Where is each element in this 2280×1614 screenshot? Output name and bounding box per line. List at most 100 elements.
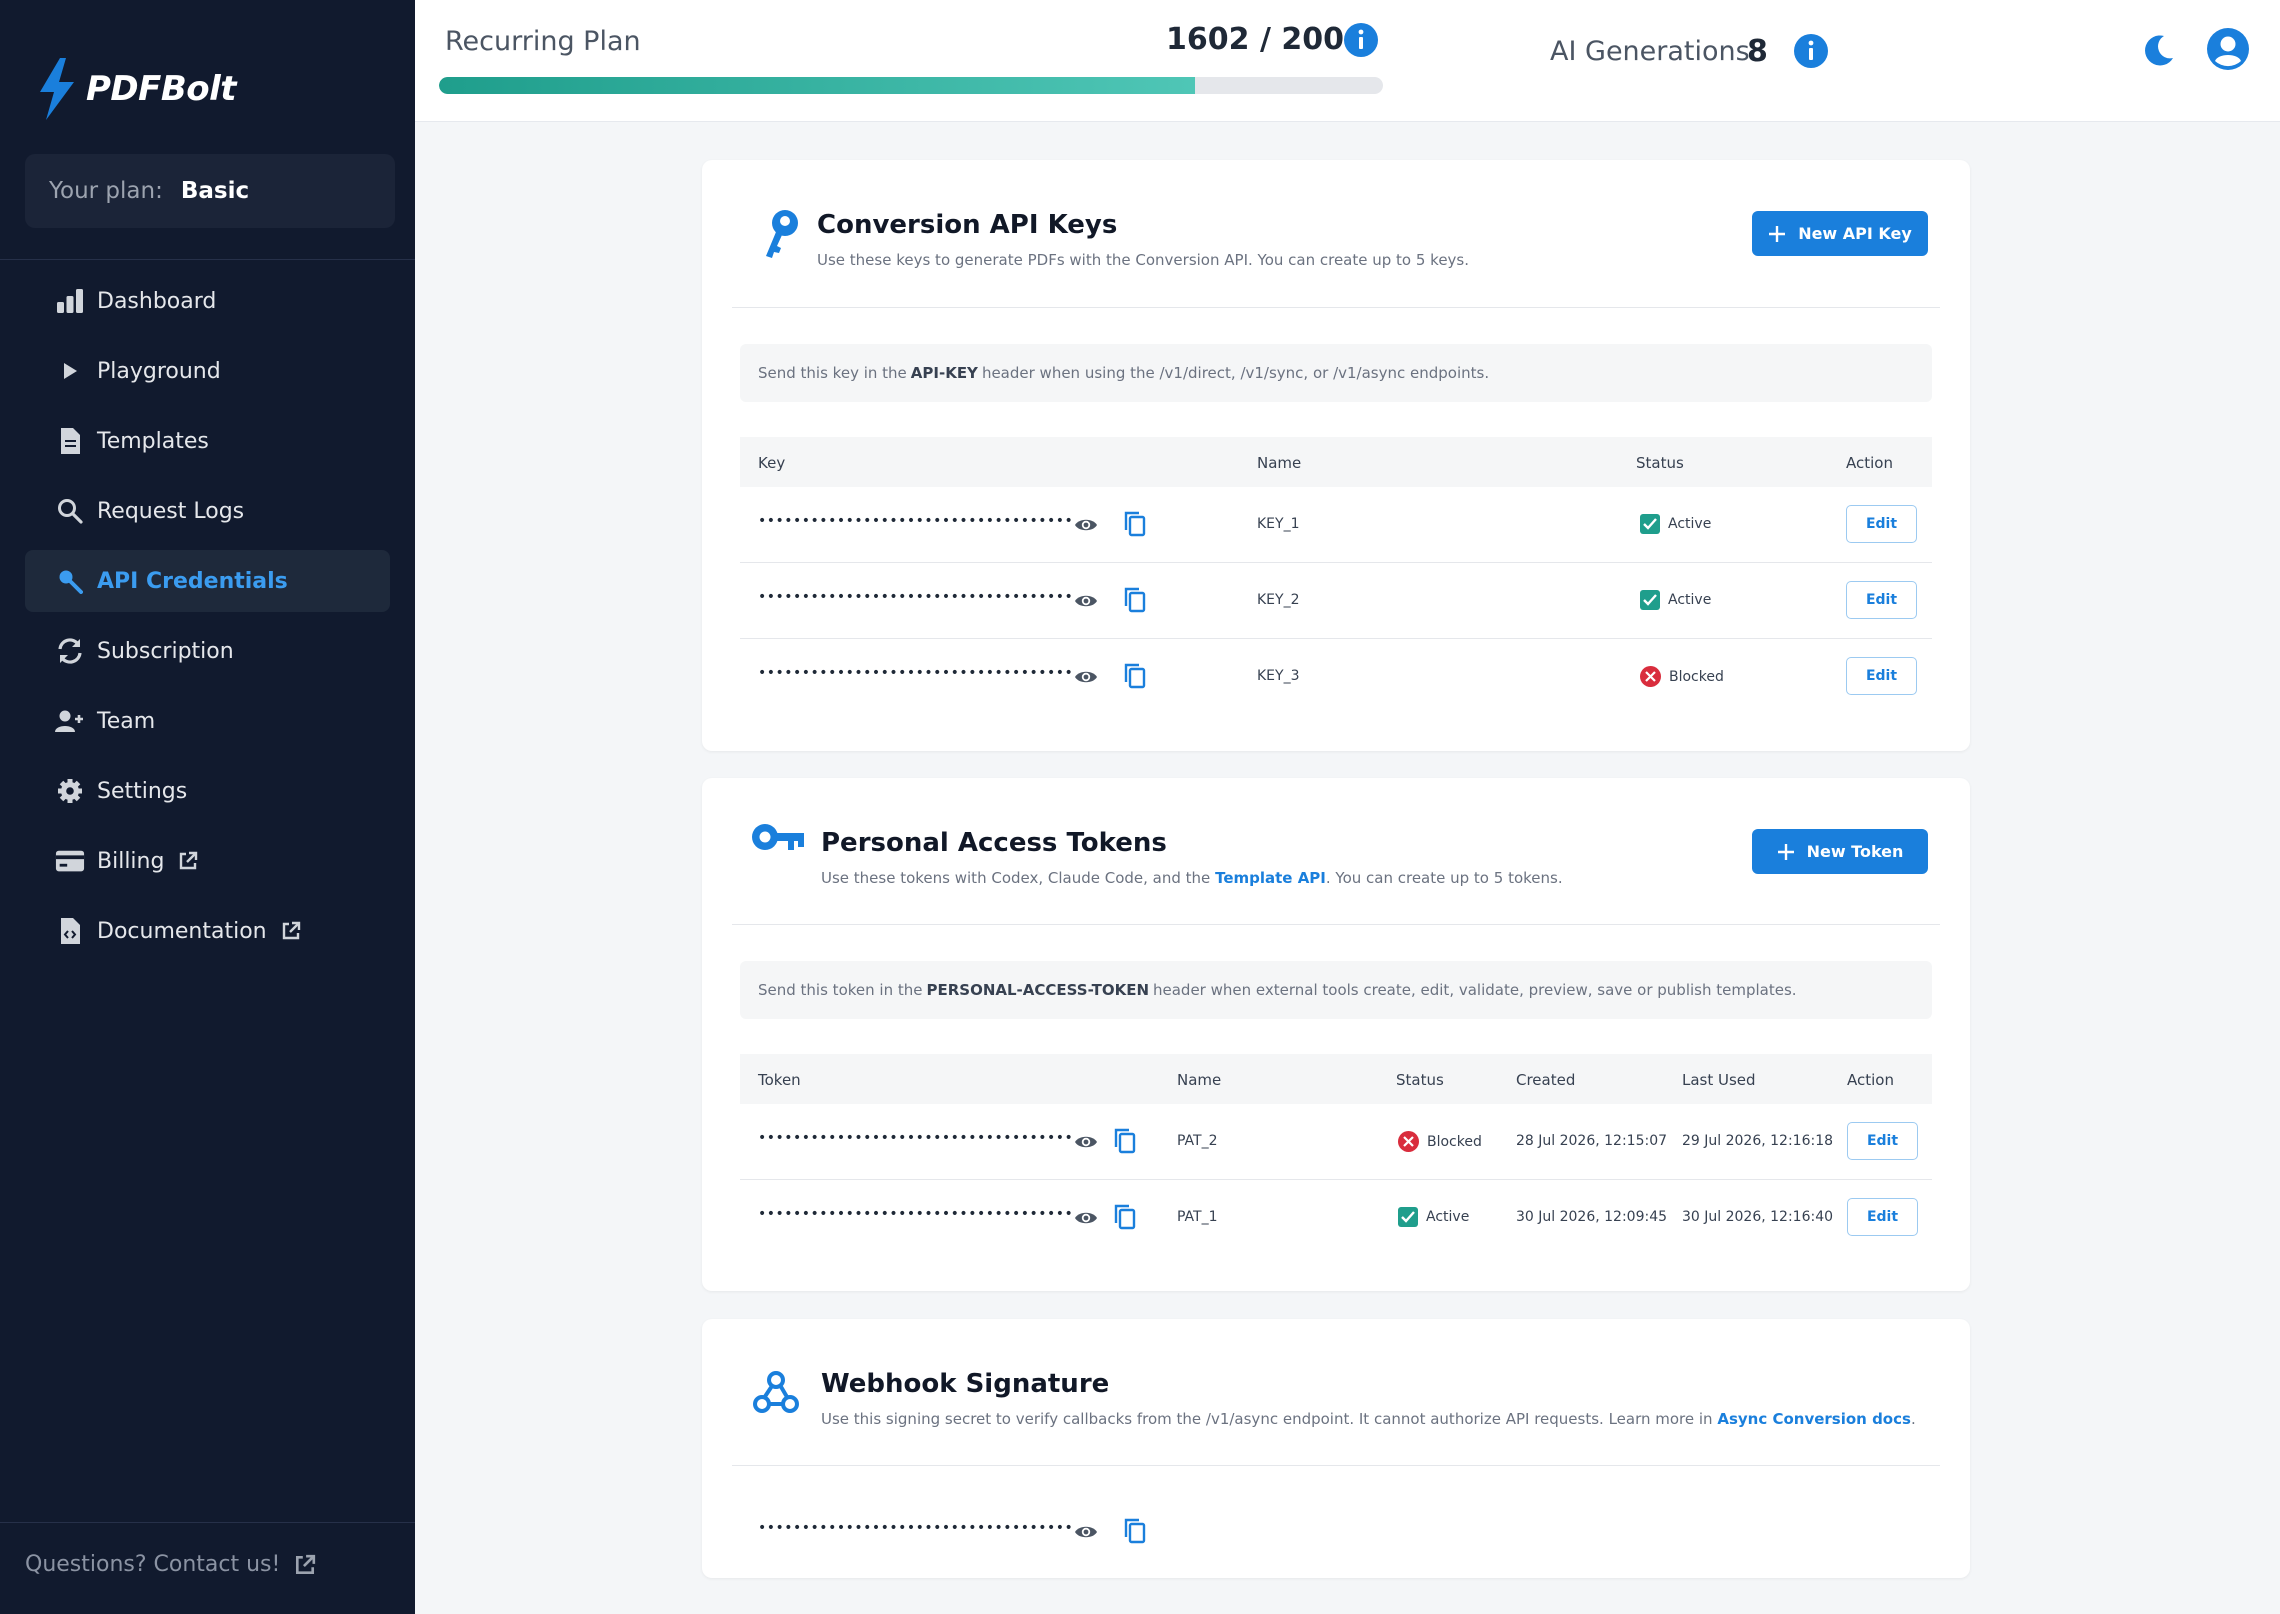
sidebar-item-documentation[interactable]: Documentation: [25, 900, 390, 962]
async-docs-link[interactable]: Async Conversion docs: [1717, 1410, 1911, 1428]
refresh-icon: [55, 636, 85, 666]
token-name: PAT_2: [1177, 1133, 1218, 1149]
status-text: Blocked: [1427, 1133, 1482, 1150]
check-icon: [1398, 1207, 1418, 1227]
template-api-link[interactable]: Template API: [1215, 869, 1326, 887]
edit-button[interactable]: Edit: [1846, 581, 1917, 619]
sidebar-item-playground[interactable]: Playground: [25, 340, 390, 402]
gear-icon: [55, 776, 85, 806]
card-title: Webhook Signature: [821, 1369, 1110, 1399]
document-icon: [55, 426, 85, 456]
sidebar-item-settings[interactable]: Settings: [25, 760, 390, 822]
sidebar-item-team[interactable]: Team: [25, 690, 390, 752]
edit-button[interactable]: Edit: [1846, 657, 1917, 695]
sidebar-item-label: API Credentials: [97, 568, 288, 594]
contact-label: Questions? Contact us!: [25, 1552, 281, 1577]
card-title: Conversion API Keys: [817, 210, 1118, 240]
note-text: header when external tools create, edit,…: [1153, 981, 1797, 999]
table-row: •••••••••••••••••••••••••••••••••••• KEY…: [740, 639, 1932, 715]
eye-icon[interactable]: [1074, 589, 1098, 613]
plan-value: Basic: [180, 178, 250, 204]
logo[interactable]: PDFBolt: [36, 58, 237, 120]
api-keys-card: Conversion API Keys Use these keys to ge…: [702, 160, 1970, 751]
usage-progress-fill: [439, 77, 1196, 94]
note-text: header when using the /v1/direct, /v1/sy…: [981, 364, 1490, 382]
tokens-card: Personal Access Tokens Use these tokens …: [702, 778, 1970, 1291]
sidebar-item-label: Subscription: [97, 638, 234, 664]
sidebar-item-label: Templates: [97, 428, 209, 454]
copy-icon[interactable]: [1114, 1128, 1136, 1154]
sidebar-item-templates[interactable]: Templates: [25, 410, 390, 472]
sidebar-item-billing[interactable]: Billing: [25, 830, 390, 892]
note-header-name: API-KEY: [910, 364, 978, 382]
recurring-plan-label: Recurring Plan: [445, 26, 641, 57]
column-header: Created: [1516, 1071, 1576, 1089]
column-header: Token: [758, 1071, 801, 1089]
eye-icon[interactable]: [1074, 1520, 1098, 1544]
sidebar-item-request-logs[interactable]: Request Logs: [25, 480, 390, 542]
column-header: Status: [1636, 454, 1684, 472]
eye-icon[interactable]: [1074, 1206, 1098, 1230]
table-row: •••••••••••••••••••••••••••••••••••• KEY…: [740, 563, 1932, 639]
plan-label: Your plan:: [49, 178, 163, 204]
copy-icon[interactable]: [1124, 663, 1146, 689]
blocked-icon: [1640, 666, 1661, 687]
column-header: Status: [1396, 1071, 1444, 1089]
card-subtitle: Use these keys to generate PDFs with the…: [817, 251, 1470, 269]
edit-button[interactable]: Edit: [1847, 1198, 1918, 1236]
card-subtitle: Use this signing secret to verify callba…: [821, 1410, 1916, 1428]
info-icon[interactable]: [1343, 22, 1379, 58]
eye-icon[interactable]: [1074, 665, 1098, 689]
sidebar-item-label: Request Logs: [97, 498, 245, 524]
sidebar-item-label: Settings: [97, 778, 188, 804]
masked-secret: ••••••••••••••••••••••••••••••••••••: [758, 1520, 1074, 1536]
column-header: Action: [1847, 1071, 1894, 1089]
card-divider: [732, 1465, 1940, 1466]
edit-button[interactable]: Edit: [1847, 1122, 1918, 1160]
logo-text: PDFBolt: [86, 69, 237, 109]
copy-icon[interactable]: [1124, 511, 1146, 537]
plus-icon: [1769, 225, 1786, 242]
webhook-secret-row: ••••••••••••••••••••••••••••••••••••: [740, 1494, 1932, 1554]
table-row: •••••••••••••••••••••••••••••••••••• KEY…: [740, 487, 1932, 563]
contact-link[interactable]: Questions? Contact us!: [25, 1552, 316, 1577]
webhook-card: Webhook Signature Use this signing secre…: [702, 1319, 1970, 1578]
token-note: Send this token in the PERSONAL-ACCESS-T…: [740, 961, 1932, 1019]
new-api-key-button[interactable]: New API Key: [1752, 211, 1928, 256]
sidebar-item-dashboard[interactable]: Dashboard: [25, 270, 390, 332]
table-row: •••••••••••••••••••••••••••••••••••• PAT…: [740, 1104, 1932, 1180]
key-name: KEY_1: [1257, 516, 1300, 532]
ai-generations-label: AI Generations: [1550, 36, 1750, 67]
external-link-icon: [281, 921, 301, 941]
dark-mode-toggle-icon[interactable]: [2140, 32, 2176, 68]
info-icon[interactable]: [1793, 33, 1829, 69]
key-icon: [55, 566, 85, 596]
column-header: Name: [1177, 1071, 1222, 1089]
edit-button[interactable]: Edit: [1846, 505, 1917, 543]
sidebar-item-api-credentials[interactable]: API Credentials: [25, 550, 390, 612]
eye-icon[interactable]: [1074, 513, 1098, 537]
api-keys-table-header: Key Name Status Action: [740, 437, 1932, 487]
check-icon: [1640, 514, 1660, 534]
copy-icon[interactable]: [1124, 1518, 1146, 1544]
masked-key: ••••••••••••••••••••••••••••••••••••: [758, 589, 1074, 605]
card-title: Personal Access Tokens: [821, 828, 1167, 858]
note-header-name: PERSONAL-ACCESS-TOKEN: [926, 981, 1149, 999]
sidebar-nav: Dashboard Playground Templates Request L…: [25, 270, 390, 970]
tokens-table-header: Token Name Status Created Last Used Acti…: [740, 1054, 1932, 1104]
masked-key: ••••••••••••••••••••••••••••••••••••: [758, 665, 1074, 681]
usage-count: 1602 / 2000: [1166, 22, 1365, 57]
usage-progress-bar: [439, 77, 1383, 94]
subtitle-text: Use these tokens with Codex, Claude Code…: [821, 869, 1211, 887]
users-icon: [55, 706, 85, 736]
copy-icon[interactable]: [1114, 1204, 1136, 1230]
sidebar-item-subscription[interactable]: Subscription: [25, 620, 390, 682]
masked-key: ••••••••••••••••••••••••••••••••••••: [758, 513, 1074, 529]
subtitle-text: Use this signing secret to verify callba…: [821, 1410, 1713, 1428]
sidebar-divider: [0, 259, 415, 260]
new-token-button[interactable]: New Token: [1752, 829, 1928, 874]
eye-icon[interactable]: [1074, 1130, 1098, 1154]
user-avatar-icon[interactable]: [2205, 26, 2251, 72]
copy-icon[interactable]: [1124, 587, 1146, 613]
note-text: Send this key in the: [758, 364, 907, 382]
